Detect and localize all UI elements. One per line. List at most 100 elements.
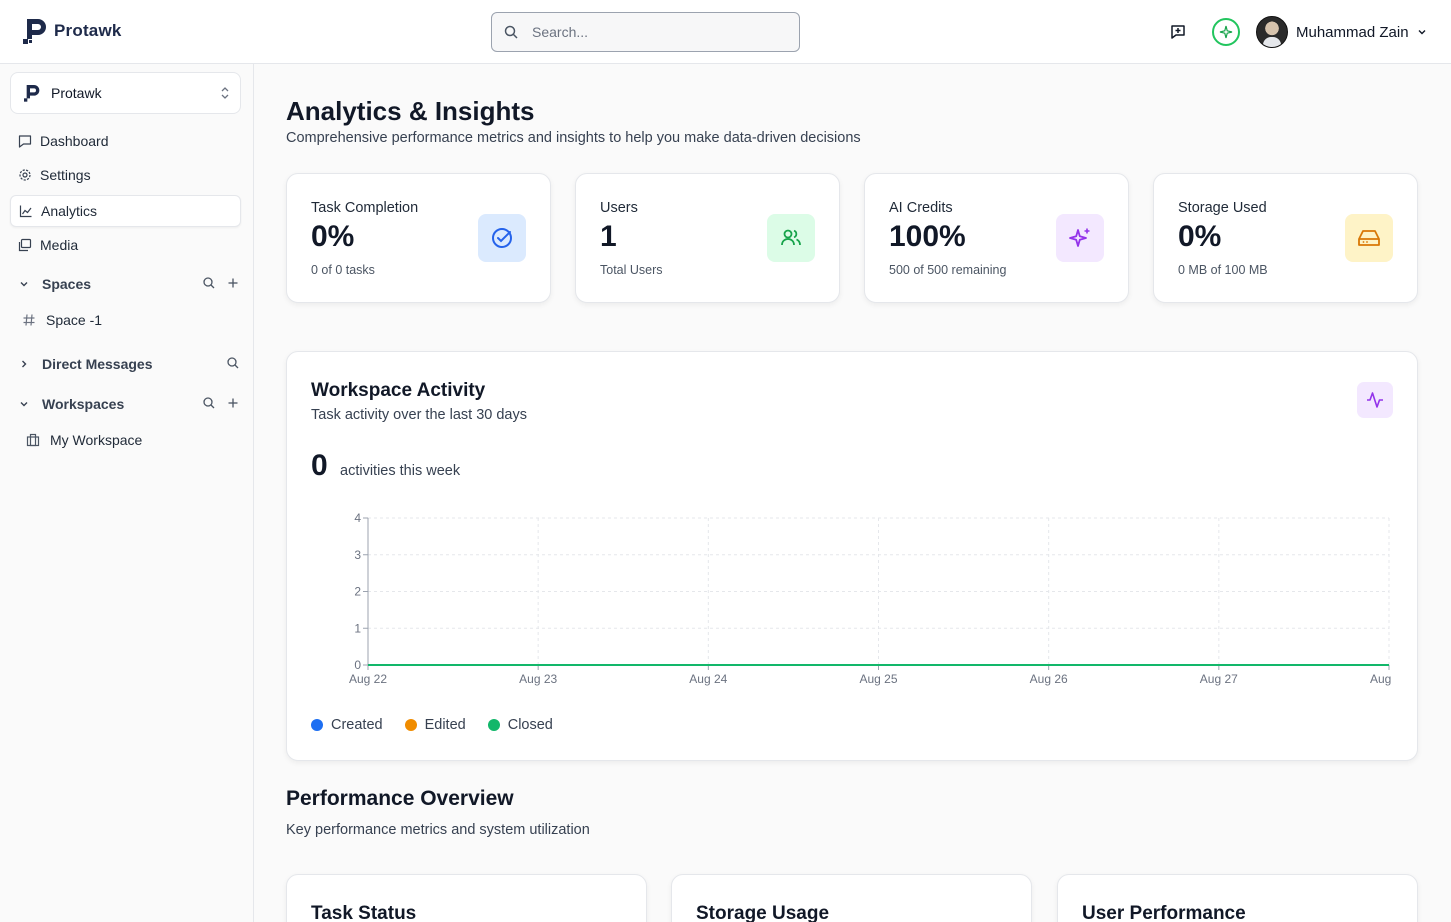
sparkle-icon [1219, 25, 1233, 39]
search-input[interactable] [532, 24, 772, 40]
legend-item-edited[interactable]: Edited [404, 717, 466, 733]
sidebar-item-settings[interactable]: Settings [10, 159, 241, 191]
stat-note: 0 MB of 100 MB [1178, 263, 1268, 277]
y-tick-label: 3 [354, 548, 361, 562]
main-content: Analytics & Insights Comprehensive perfo… [254, 64, 1451, 922]
x-tick-label: Aug 27 [1200, 672, 1238, 686]
building-icon [26, 433, 40, 447]
activity-icon [1367, 392, 1383, 408]
chart-legend: Created Edited Closed [311, 717, 553, 733]
stat-value: 0% [1178, 220, 1222, 253]
spaces-section-label: Spaces [42, 276, 92, 292]
legend-dot [487, 719, 500, 731]
check-circle-icon [492, 228, 512, 248]
storage-usage-card: Storage Usage [671, 874, 1032, 922]
chart-icon [19, 205, 32, 218]
app-logo[interactable]: Protawk [22, 16, 122, 46]
user-performance-card: User Performance [1057, 874, 1418, 922]
search-icon [504, 25, 518, 39]
chevrons-up-down-icon [221, 87, 229, 99]
search-icon[interactable] [202, 276, 216, 290]
performance-subtitle: Key performance metrics and system utili… [286, 822, 590, 838]
users-icon [781, 229, 801, 246]
app-name: Protawk [54, 21, 122, 40]
page-subtitle: Comprehensive performance metrics and in… [286, 130, 861, 146]
activity-subtitle: Task activity over the last 30 days [311, 407, 527, 423]
ai-assistant-button[interactable] [1212, 18, 1240, 46]
sparkles-icon [1069, 228, 1090, 247]
x-tick-label: Aug 28 [1370, 672, 1393, 686]
x-tick-label: Aug 23 [519, 672, 557, 686]
stat-icon-box [1056, 214, 1104, 262]
plus-icon[interactable] [226, 396, 240, 410]
y-tick-label: 0 [354, 658, 361, 672]
stat-label: Task Completion [311, 200, 419, 216]
y-tick-label: 2 [354, 585, 361, 599]
stat-card-ai-credits: AI Credits 100% 500 of 500 remaining [864, 173, 1129, 303]
stat-label: AI Credits [889, 200, 953, 216]
direct-messages-section-header[interactable]: Direct Messages [18, 352, 240, 376]
space-item-label: Space -1 [46, 312, 103, 328]
sidebar-item-analytics[interactable]: Analytics [10, 195, 241, 227]
legend-item-created[interactable]: Created [311, 717, 383, 733]
search-icon[interactable] [226, 356, 240, 370]
legend-item-closed[interactable]: Closed [487, 717, 553, 733]
search-box[interactable] [491, 12, 800, 52]
message-plus-icon [1171, 25, 1185, 39]
page-title: Analytics & Insights [286, 96, 535, 126]
stat-value: 0% [311, 220, 355, 253]
chevron-down-icon [20, 282, 28, 287]
card-title: User Performance [1082, 903, 1246, 922]
stat-value: 1 [600, 220, 617, 253]
sidebar-item-media[interactable]: Media [10, 229, 241, 261]
workspaces-section-header[interactable]: Workspaces [18, 392, 240, 416]
workspace-activity-card: Workspace Activity Task activity over th… [286, 351, 1418, 761]
activity-line-chart: 0 1 2 3 4 Aug 22 Aug 23 Aug 24 Aug 25 Aug 26 Aug 2… [349, 511, 1393, 686]
legend-label: Created [331, 717, 383, 733]
stat-card-storage-used: Storage Used 0% 0 MB of 100 MB [1153, 173, 1418, 303]
stat-label: Users [600, 200, 638, 216]
user-name: Muhammad Zain [1296, 23, 1409, 41]
plus-icon[interactable] [226, 276, 240, 290]
stat-card-users: Users 1 Total Users [575, 173, 840, 303]
stat-label: Storage Used [1178, 200, 1267, 216]
y-tick-label: 1 [354, 621, 361, 635]
user-menu[interactable]: Muhammad Zain [1256, 16, 1427, 48]
avatar [1256, 16, 1288, 48]
y-tick-label: 4 [354, 511, 361, 525]
hard-drive-icon [1358, 230, 1380, 246]
sidebar-item-dashboard[interactable]: Dashboard [10, 125, 241, 157]
sidebar-item-label: Dashboard [40, 133, 109, 149]
feedback-button[interactable] [1164, 18, 1192, 46]
card-title: Task Status [311, 903, 417, 922]
x-tick-label: Aug 26 [1030, 672, 1068, 686]
chevron-down-icon [1418, 30, 1426, 35]
workspaces-section-label: Workspaces [42, 396, 125, 412]
stat-note: 0 of 0 tasks [311, 263, 375, 277]
chevron-down-icon [20, 402, 28, 407]
card-title: Storage Usage [696, 903, 830, 922]
stat-icon-box [478, 214, 526, 262]
spaces-section-header[interactable]: Spaces [18, 272, 240, 296]
activity-count-label: activities this week [340, 463, 461, 479]
sidebar: Protawk Dashboard Settings Analytics Med… [0, 64, 254, 922]
activity-count: 0 [311, 449, 328, 482]
performance-title: Performance Overview [286, 787, 514, 810]
sidebar-item-label: Media [40, 237, 79, 253]
stat-note: Total Users [600, 263, 663, 277]
legend-label: Edited [424, 717, 466, 733]
workspace-item[interactable]: My Workspace [26, 428, 142, 452]
space-item[interactable]: Space -1 [22, 308, 102, 332]
workspace-item-label: My Workspace [50, 432, 143, 448]
task-status-card: Task Status [286, 874, 647, 922]
stat-value: 100% [889, 220, 966, 253]
workspace-switcher[interactable]: Protawk [10, 72, 241, 114]
gallery-icon [18, 238, 32, 252]
search-icon[interactable] [202, 396, 216, 410]
sidebar-item-label: Settings [40, 167, 91, 183]
protawk-logo-icon [24, 85, 40, 102]
x-tick-label: Aug 25 [859, 672, 897, 686]
chevron-right-icon [22, 360, 27, 368]
legend-dot [404, 719, 417, 731]
workspace-switcher-label: Protawk [51, 85, 102, 101]
